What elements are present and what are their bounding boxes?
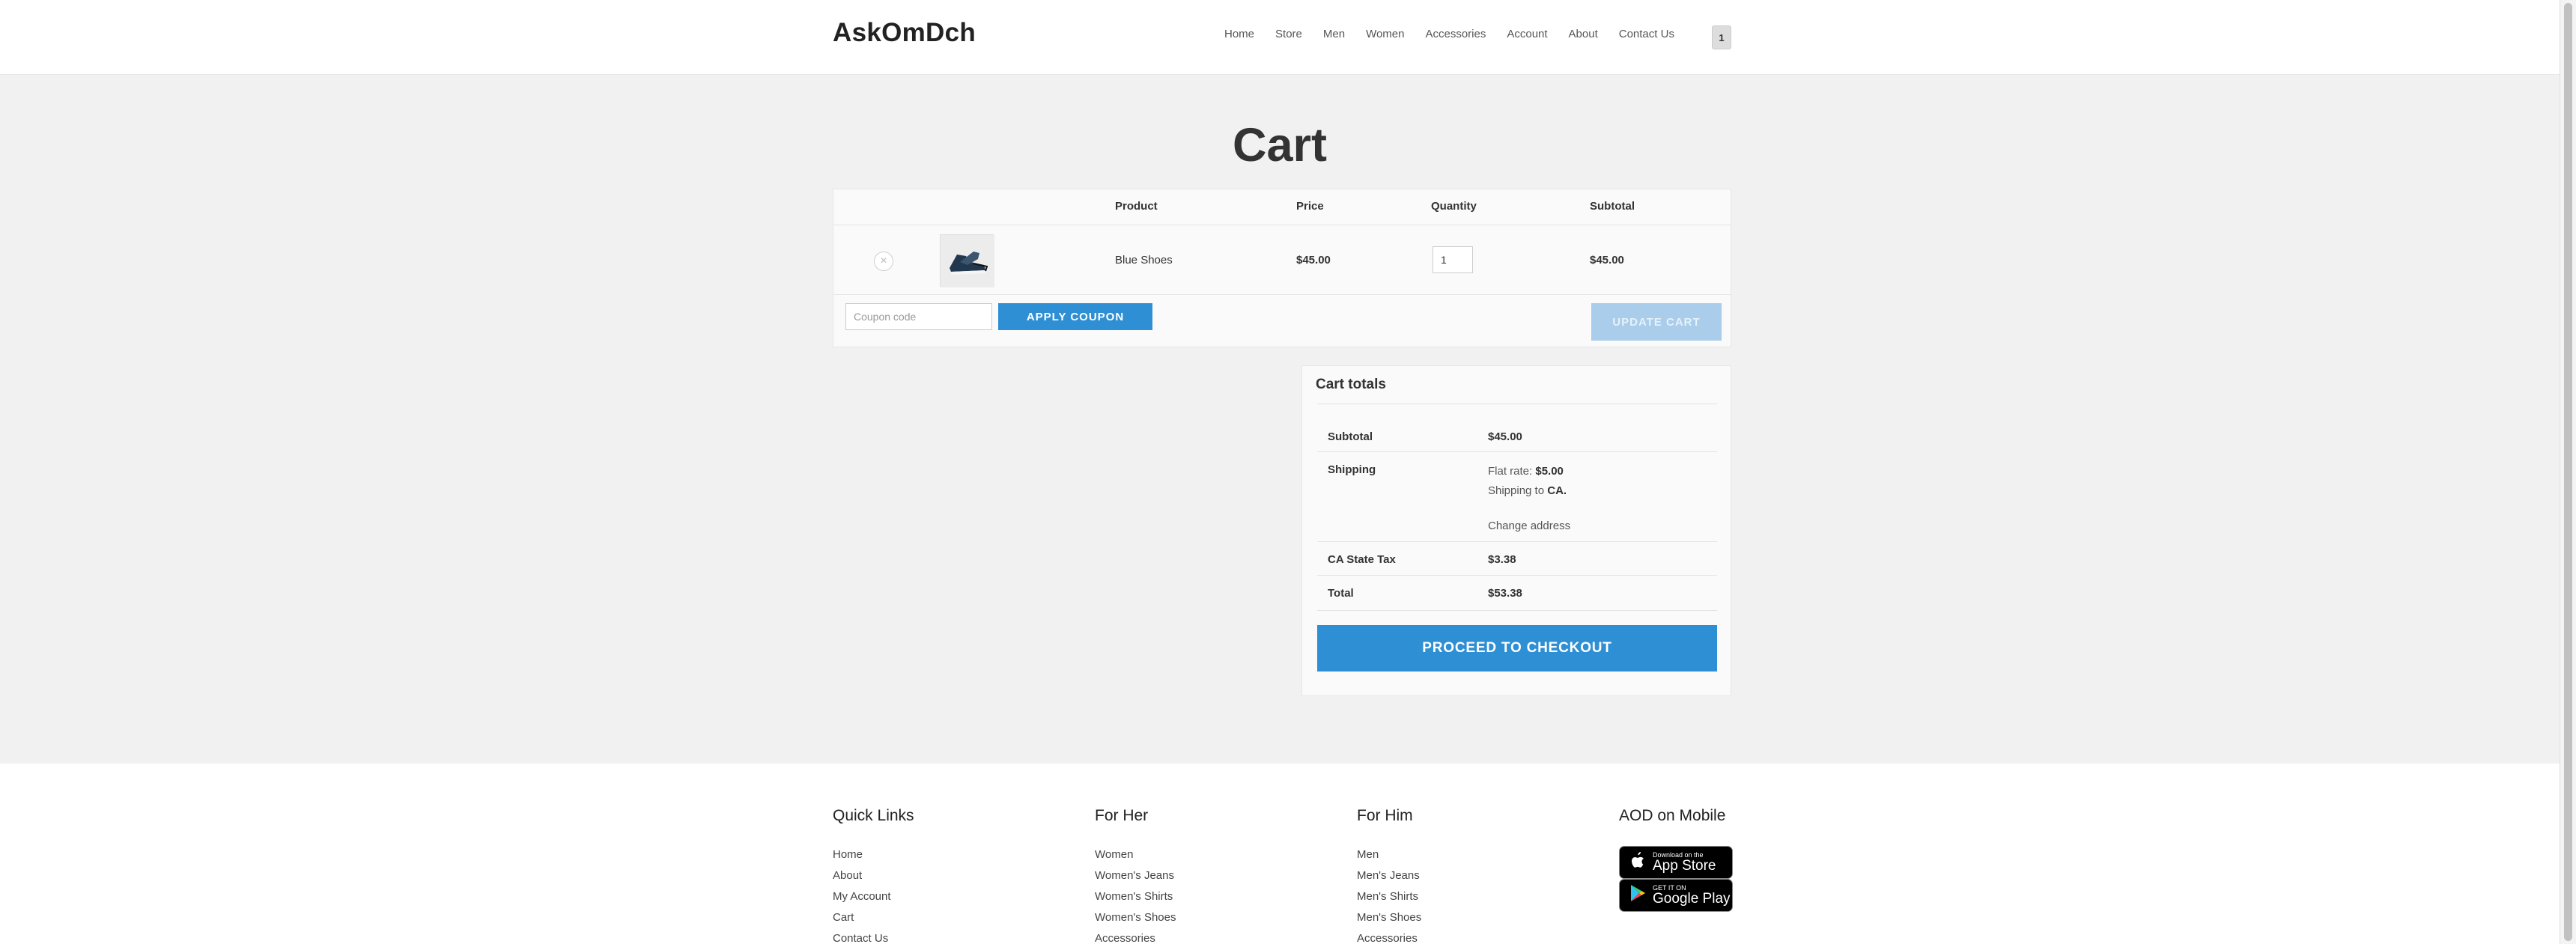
totals-divider — [1317, 575, 1717, 576]
shipping-label: Shipping — [1328, 463, 1376, 476]
footer-link-men[interactable]: Men — [1357, 844, 1421, 865]
total-value: $53.38 — [1488, 587, 1522, 600]
row-divider — [833, 294, 1731, 295]
app-store-text: App Store — [1653, 858, 1716, 874]
shoe-image — [941, 235, 994, 287]
footer-link-womens-shirts[interactable]: Women's Shirts — [1095, 886, 1176, 907]
update-cart-button[interactable]: UPDATE CART — [1591, 303, 1722, 341]
cart-totals-title: Cart totals — [1316, 377, 1386, 392]
header-quantity: Quantity — [1431, 200, 1477, 213]
cart-totals: Cart totals Subtotal $45.00 Shipping Fla… — [1301, 365, 1731, 696]
page: AskOmDch Home Store Men Women Accessorie… — [0, 0, 2576, 944]
product-thumbnail[interactable] — [940, 234, 994, 287]
footer-for-him: For Him Men Men's Jeans Men's Shirts Men… — [1357, 807, 1421, 944]
footer-link-mens-shirts[interactable]: Men's Shirts — [1357, 886, 1421, 907]
product-price: $45.00 — [1296, 254, 1331, 267]
footer-heading: For Him — [1357, 807, 1413, 824]
footer-link-my-account[interactable]: My Account — [833, 886, 914, 907]
totals-divider — [1317, 541, 1717, 542]
google-play-badge[interactable]: GET IT ON Google Play — [1619, 879, 1733, 912]
nav-accessories[interactable]: Accessories — [1425, 28, 1486, 40]
footer-for-her: For Her Women Women's Jeans Women's Shir… — [1095, 807, 1176, 944]
cart-table: Product Price Quantity Subtotal × Blue S… — [833, 189, 1731, 347]
footer-link-womens-shoes[interactable]: Women's Shoes — [1095, 907, 1176, 928]
scrollbar-thumb[interactable] — [2564, 3, 2572, 941]
footer-link-contact-us[interactable]: Contact Us — [833, 928, 914, 944]
cart-count-badge[interactable]: 1 — [1712, 25, 1731, 49]
product-subtotal: $45.00 — [1590, 254, 1624, 267]
tax-value: $3.38 — [1488, 553, 1516, 566]
nav-contact-us[interactable]: Contact Us — [1619, 28, 1674, 40]
footer-link-mens-shoes[interactable]: Men's Shoes — [1357, 907, 1421, 928]
nav-about[interactable]: About — [1569, 28, 1598, 40]
flat-rate-value: $5.00 — [1535, 465, 1564, 478]
nav-home[interactable]: Home — [1224, 28, 1254, 40]
footer-quick-links: Quick Links Home About My Account Cart C… — [833, 807, 914, 944]
coupon-code-input[interactable]: Coupon code — [845, 303, 992, 330]
footer-link-mens-jeans[interactable]: Men's Jeans — [1357, 865, 1421, 886]
footer-link-home[interactable]: Home — [833, 844, 914, 865]
footer-link-accessories[interactable]: Accessories — [1357, 928, 1421, 944]
flat-rate-label: Flat rate: — [1488, 465, 1536, 478]
page-scrollbar[interactable] — [2560, 0, 2576, 944]
page-title: Cart — [1232, 119, 1328, 171]
google-play-text: Google Play — [1653, 891, 1731, 907]
header-price: Price — [1296, 200, 1324, 213]
footer-link-about[interactable]: About — [833, 865, 914, 886]
shipping-destination: Shipping to CA. — [1488, 484, 1567, 497]
footer-mobile: AOD on Mobile — [1619, 807, 1725, 844]
footer-link-women[interactable]: Women — [1095, 844, 1176, 865]
flat-rate: Flat rate: $5.00 — [1488, 465, 1564, 478]
main-nav: Home Store Men Women Accessories Account… — [1224, 28, 1695, 40]
close-circle-icon[interactable]: × — [874, 252, 893, 271]
footer-heading: Quick Links — [833, 807, 914, 824]
apply-coupon-button[interactable]: APPLY COUPON — [998, 303, 1152, 330]
subtotal-value: $45.00 — [1488, 430, 1522, 443]
shipping-to-value: CA. — [1547, 484, 1567, 497]
footer-link-womens-jeans[interactable]: Women's Jeans — [1095, 865, 1176, 886]
header-product: Product — [1115, 200, 1158, 213]
footer-heading: AOD on Mobile — [1619, 807, 1726, 824]
total-label: Total — [1328, 587, 1354, 600]
footer-link-accessories[interactable]: Accessories — [1095, 928, 1176, 944]
header-subtotal: Subtotal — [1590, 200, 1635, 213]
nav-account[interactable]: Account — [1507, 28, 1547, 40]
site-footer: Quick Links Home About My Account Cart C… — [0, 764, 2560, 944]
tax-label: CA State Tax — [1328, 553, 1396, 566]
nav-store[interactable]: Store — [1275, 28, 1302, 40]
subtotal-label: Subtotal — [1328, 430, 1373, 443]
nav-women[interactable]: Women — [1366, 28, 1404, 40]
footer-heading: For Her — [1095, 807, 1149, 824]
site-logo[interactable]: AskOmDch — [833, 18, 976, 48]
play-store-icon — [1627, 884, 1648, 907]
site-header: AskOmDch Home Store Men Women Accessorie… — [0, 0, 2560, 75]
product-name[interactable]: Blue Shoes — [1115, 254, 1173, 267]
apple-icon — [1627, 850, 1648, 874]
nav-men[interactable]: Men — [1323, 28, 1345, 40]
quantity-input[interactable]: 1 — [1433, 246, 1473, 273]
totals-divider — [1317, 451, 1717, 452]
footer-link-cart[interactable]: Cart — [833, 907, 914, 928]
totals-divider — [1317, 610, 1717, 611]
shipping-to-label: Shipping to — [1488, 484, 1548, 497]
change-address-link[interactable]: Change address — [1488, 520, 1570, 532]
proceed-to-checkout-button[interactable]: PROCEED TO CHECKOUT — [1317, 625, 1717, 672]
app-store-badge[interactable]: Download on the App Store — [1619, 846, 1733, 879]
